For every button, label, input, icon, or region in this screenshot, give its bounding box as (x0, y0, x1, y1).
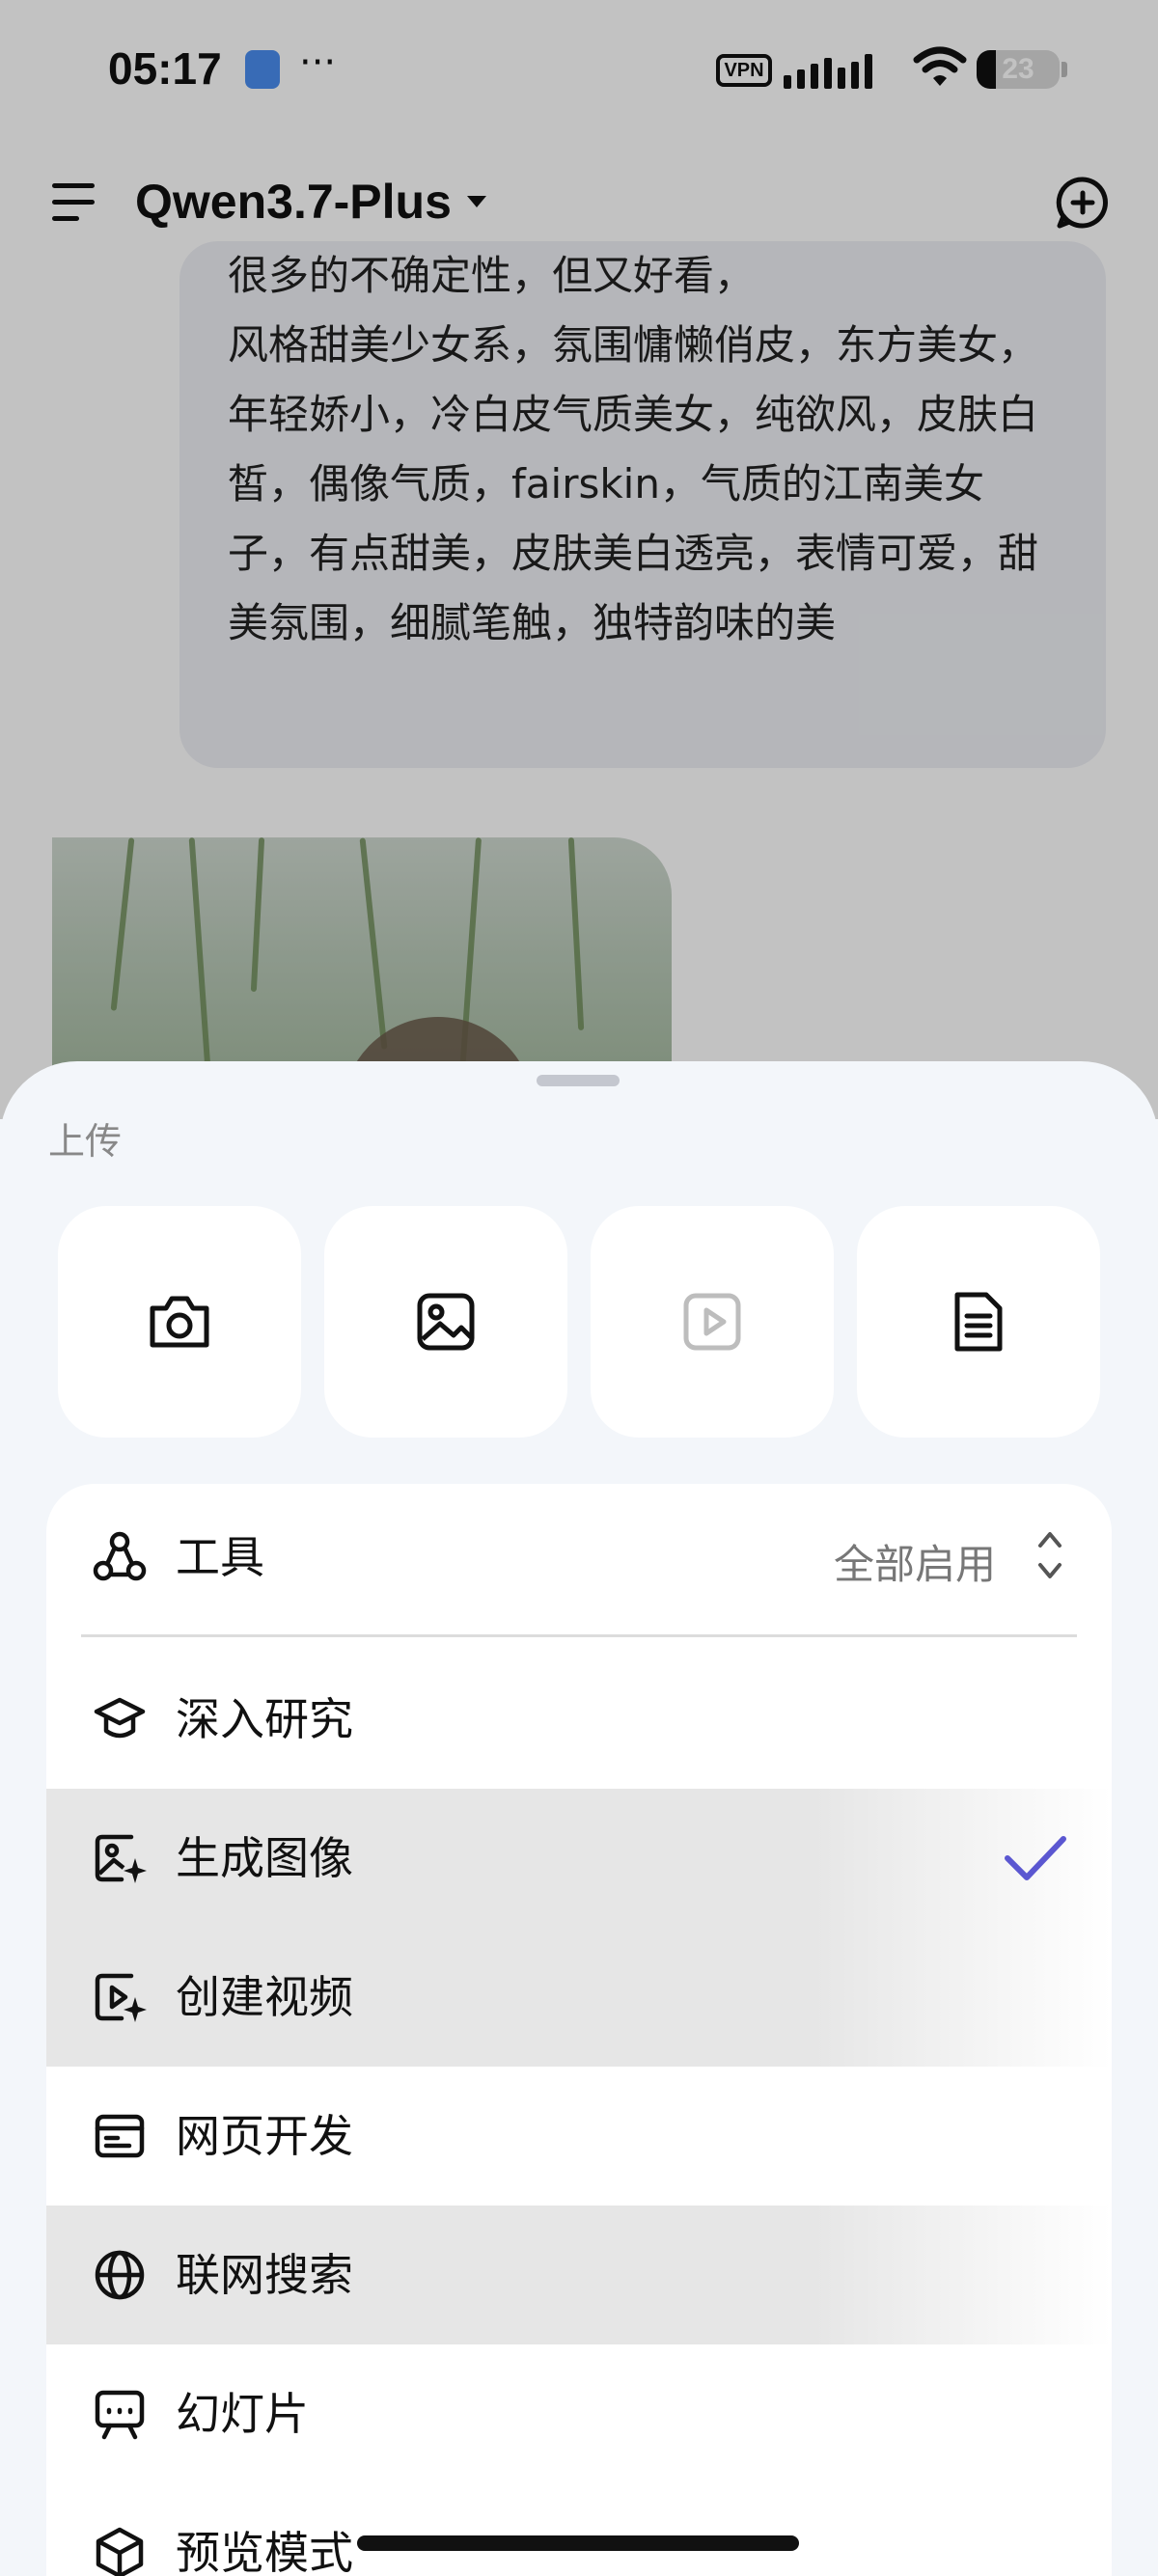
upload-tiles (58, 1206, 1100, 1438)
tools-divider (81, 1634, 1077, 1637)
video-icon (683, 1293, 741, 1351)
document-upload-button[interactable] (857, 1206, 1100, 1438)
feature-label: 深入研究 (176, 1693, 353, 1745)
feature-row-deep-research[interactable]: 深入研究 (46, 1650, 1112, 1789)
tools-card: 工具 全部启用 深入研究 生成图像 创建视频 网页开发 联网搜索 幻灯片 预览模… (46, 1484, 1112, 2576)
upload-section-label: 上传 (48, 1120, 123, 1163)
globe-icon (95, 2250, 145, 2300)
home-indicator[interactable] (357, 2535, 799, 2551)
video-sparkle-icon (95, 1973, 147, 2022)
bottom-sheet: 上传 工具 全部启用 深入研究 生成图像 创建视频 网页开发 联网搜索 幻灯片 … (0, 1061, 1158, 2576)
tools-value[interactable]: 全部启用 (834, 1532, 996, 1591)
feature-label: 创建视频 (176, 1971, 353, 2023)
chat-background: 05:17 ··· VPN 23 Qwen3.7-Plus 很多的不确定性，但又… (0, 0, 1158, 1119)
camera-icon (150, 1296, 209, 1348)
document-icon (954, 1292, 1003, 1352)
feature-row-web-dev[interactable]: 网页开发 (46, 2067, 1112, 2206)
feature-row-preview-mode[interactable]: 预览模式 (46, 2483, 1112, 2576)
tools-icon (93, 1531, 147, 1581)
feature-row-slides[interactable]: 幻灯片 (46, 2344, 1112, 2483)
image-upload-button[interactable] (324, 1206, 567, 1438)
video-upload-button[interactable] (591, 1206, 834, 1438)
chevron-updown-icon[interactable] (1036, 1526, 1063, 1584)
feature-label: 联网搜索 (176, 2249, 353, 2301)
feature-label: 生成图像 (176, 1832, 353, 1884)
checkmark-icon (1005, 1836, 1066, 1880)
web-browser-icon (95, 2114, 145, 2158)
cube-icon (96, 2527, 144, 2576)
feature-row-create-video[interactable]: 创建视频 (46, 1928, 1112, 2067)
presentation-icon (95, 2390, 145, 2440)
feature-row-web-search[interactable]: 联网搜索 (46, 2206, 1112, 2344)
image-icon (417, 1293, 475, 1351)
sheet-drag-handle[interactable] (537, 1075, 620, 1086)
tools-label: 工具 (176, 1531, 264, 1583)
modal-overlay[interactable] (0, 0, 1158, 1119)
feature-label: 预览模式 (176, 2527, 353, 2576)
feature-label: 网页开发 (176, 2110, 353, 2162)
image-sparkle-icon (95, 1834, 147, 1883)
tools-row[interactable]: 工具 全部启用 (46, 1488, 1112, 1627)
graduation-cap-icon (94, 1697, 146, 1739)
feature-row-generate-image[interactable]: 生成图像 (46, 1789, 1112, 1928)
feature-label: 幻灯片 (176, 2388, 309, 2440)
camera-upload-button[interactable] (58, 1206, 301, 1438)
